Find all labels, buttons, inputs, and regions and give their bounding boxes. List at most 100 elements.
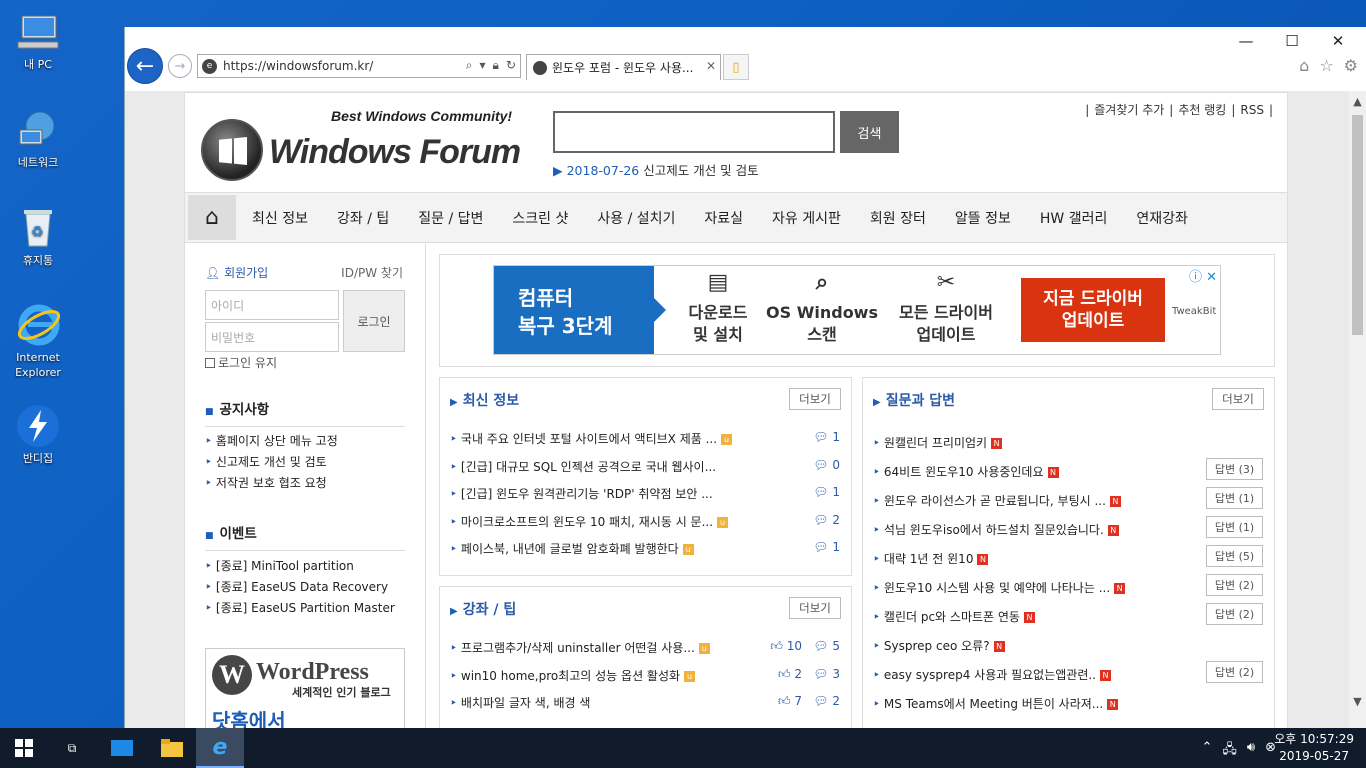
- home-button[interactable]: ⌂: [188, 195, 236, 240]
- list-item[interactable]: easy sysprep4 사용과 필요없는앱관련.. N 답변 (2): [873, 661, 1263, 695]
- list-item[interactable]: 마이크로소프트의 윈도우 10 패치, 재시동 시 문...u 💬︎ 2: [450, 513, 840, 541]
- desktop-icon-internet-explorer[interactable]: Internet Explorer: [2, 303, 74, 380]
- login-button[interactable]: 로그인: [343, 290, 405, 352]
- list-item[interactable]: 프로그램추가/삭제 uninstaller 어떤걸 사용...u 👍︎ 10 💬︎ …: [450, 639, 840, 667]
- menu-item[interactable]: 스크린 샷: [512, 208, 568, 228]
- list-item[interactable]: [긴급] 윈도우 원격관리기능 'RDP' 취약점 보안 ... 💬︎ 1: [450, 485, 840, 513]
- top-link[interactable]: RSS: [1235, 103, 1269, 117]
- list-item[interactable]: MS Teams에서 Meeting 버튼이 사라져...N: [873, 695, 1263, 724]
- clock[interactable]: 오후 10:57:29 2019-05-27: [1274, 731, 1354, 765]
- header-notice[interactable]: ▶ 2018-07-26 신고제도 개선 및 검토: [553, 160, 759, 179]
- ad-banner[interactable]: 컴퓨터 복구 3단계 ▤ 다운로드 및 설치 ⌕ OS Windows 스캔 ✂ 모든 드라…: [493, 265, 1221, 355]
- list-item[interactable]: 윈도우 라이선스가 곧 만료됩니다, 부팅시 ...N 답변 (1): [873, 487, 1263, 521]
- list-item[interactable]: 원캘린더 프리미엄키N: [873, 434, 1263, 463]
- id-input[interactable]: 아이디: [205, 290, 339, 320]
- site-search-button[interactable]: 검색: [840, 111, 899, 153]
- keep-login-checkbox[interactable]: 로그인 유지: [205, 354, 277, 371]
- list-item[interactable]: 배치파일 글자 색, 배경 색 👍︎ 7 💬︎ 2: [450, 694, 840, 722]
- taskbar-app-internet-explorer[interactable]: e: [196, 728, 244, 768]
- list-item[interactable]: 캘린더 pc와 스마트폰 연동N 답변 (2): [873, 603, 1263, 637]
- menu-item[interactable]: 알뜰 정보: [955, 208, 1011, 228]
- scroll-thumb[interactable]: [1352, 115, 1363, 335]
- start-button[interactable]: [0, 728, 48, 768]
- answer-count-button[interactable]: 답변 (2): [1206, 661, 1263, 683]
- ad-cta-button[interactable]: 지금 드라이버 업데이트: [1021, 278, 1165, 342]
- list-item[interactable]: 석님 윈도우iso에서 하드설치 질문있습니다.N 답변 (1): [873, 516, 1263, 550]
- chevron-up-icon[interactable]: ⌃: [1201, 740, 1212, 762]
- scroll-down-icon[interactable]: ▼: [1351, 695, 1364, 708]
- search-icon[interactable]: ⌕: [466, 58, 473, 73]
- settings-gear-icon[interactable]: ⚙: [1344, 56, 1358, 75]
- volume-icon[interactable]: 🔊︎: [1247, 740, 1255, 762]
- menu-item[interactable]: 사용 / 설치기: [597, 208, 675, 228]
- desktop-icon-recycle-bin[interactable]: ♻ 휴지통: [2, 206, 74, 268]
- answer-count-button[interactable]: 답변 (1): [1206, 516, 1263, 538]
- list-item[interactable]: Sysprep ceo 오류?N: [873, 637, 1263, 666]
- wordpress-banner[interactable]: W WordPress 세계적인 인기 블로그 닷홈에서: [205, 648, 405, 728]
- list-item[interactable]: 신고제도 개선 및 검토: [205, 453, 338, 474]
- top-link[interactable]: 추천 랭킹: [1173, 103, 1231, 117]
- scroll-up-icon[interactable]: ▲: [1351, 95, 1364, 108]
- list-item[interactable]: [종료] EaseUS Data Recovery: [205, 578, 395, 599]
- menu-item[interactable]: 최신 정보: [252, 208, 308, 228]
- site-search-input[interactable]: [553, 111, 835, 153]
- password-input[interactable]: 비밀번호: [205, 322, 339, 352]
- menu-item[interactable]: 회원 장터: [870, 208, 926, 228]
- answer-count-button[interactable]: 답변 (3): [1206, 458, 1263, 480]
- desktop-icon-this-pc[interactable]: 내 PC: [2, 10, 74, 72]
- browser-tab[interactable]: 윈도우 포럼 - 윈도우 사용... ✕: [526, 54, 721, 80]
- menu-item[interactable]: 연재강좌: [1136, 208, 1188, 228]
- menu-item[interactable]: HW 갤러리: [1040, 208, 1107, 228]
- forward-button[interactable]: →: [168, 54, 192, 78]
- answer-count-button[interactable]: 답변 (2): [1206, 574, 1263, 596]
- lock-icon[interactable]: 🔒︎: [493, 58, 499, 73]
- desktop-icon-network[interactable]: 네트워크: [2, 108, 74, 170]
- back-button[interactable]: ←: [127, 48, 163, 84]
- top-link[interactable]: 즐겨찾기 추가: [1089, 103, 1169, 117]
- menu-item[interactable]: 강좌 / 팁: [337, 208, 389, 228]
- maximize-button[interactable]: ☐: [1269, 27, 1315, 55]
- menu-item[interactable]: 자료실: [704, 208, 743, 228]
- address-bar[interactable]: e https://windowsforum.kr/ ⌕ ▾ 🔒︎ ↻: [197, 54, 521, 78]
- list-item[interactable]: 페이스북, 내년에 글로벌 암호화폐 발행한다u 💬︎ 1: [450, 540, 840, 568]
- list-item[interactable]: [종료] EaseUS Partition Master: [205, 599, 395, 620]
- list-item[interactable]: 국내 주요 인터넷 포털 사이트에서 액티브X 제품 ...u 💬︎ 1: [450, 430, 840, 458]
- comment-count: 💬︎ 2: [813, 694, 840, 708]
- list-item[interactable]: 대략 1년 전 윈10N 답변 (5): [873, 545, 1263, 579]
- list-item[interactable]: 저작권 보호 협조 요청: [205, 474, 338, 495]
- list-item[interactable]: 64비트 윈도우10 사용중인데요N 답변 (3): [873, 458, 1263, 492]
- more-button[interactable]: 더보기: [789, 388, 841, 410]
- task-view-button[interactable]: ⧉: [48, 728, 96, 768]
- windows-start-icon: [15, 739, 33, 757]
- list-item[interactable]: [종료] MiniTool partition: [205, 557, 395, 578]
- ad-close-icon[interactable]: ⓘ ✕: [1189, 266, 1217, 285]
- site-logo[interactable]: Best Windows Community! Windows Forum: [201, 105, 521, 185]
- answer-count-button[interactable]: 답변 (1): [1206, 487, 1263, 509]
- list-item[interactable]: 윈도우10 시스템 사용 및 예약에 나타나는 ...N 답변 (2): [873, 574, 1263, 608]
- desktop-icon-bandizip[interactable]: 반디집: [2, 404, 74, 466]
- new-tab-button[interactable]: ▯: [723, 54, 749, 80]
- dropdown-icon[interactable]: ▾: [480, 58, 486, 73]
- list-item[interactable]: 홈페이지 상단 메뉴 고정: [205, 432, 338, 453]
- find-account-link[interactable]: ID/PW 찾기: [341, 264, 403, 281]
- favorites-star-icon[interactable]: ☆: [1319, 56, 1333, 75]
- tab-close-icon[interactable]: ✕: [706, 59, 716, 73]
- taskbar-app-explorer[interactable]: [148, 728, 196, 768]
- more-button[interactable]: 더보기: [1212, 388, 1264, 410]
- join-link[interactable]: 👤︎ 회원가입: [205, 264, 268, 281]
- close-button[interactable]: ✕: [1315, 27, 1361, 55]
- list-item[interactable]: [긴급] 대규모 SQL 인젝션 공격으로 국내 웹사이... 💬︎ 0: [450, 458, 840, 486]
- answer-count-button[interactable]: 답변 (5): [1206, 545, 1263, 567]
- answer-count-button[interactable]: 답변 (2): [1206, 603, 1263, 625]
- taskbar-app-desktop[interactable]: [98, 728, 146, 768]
- comment-count: 💬︎ 0: [813, 457, 840, 472]
- list-item[interactable]: win10 home,pro최고의 성능 옵션 활성화u 👍︎ 2 💬︎ 3: [450, 667, 840, 695]
- network-icon[interactable]: 🖧︎: [1222, 740, 1237, 762]
- vertical-scrollbar[interactable]: ▲ ▼: [1349, 91, 1366, 728]
- home-icon[interactable]: ⌂: [1299, 56, 1309, 75]
- refresh-icon[interactable]: ↻: [506, 58, 516, 73]
- minimize-button[interactable]: —: [1223, 27, 1269, 55]
- menu-item[interactable]: 자유 게시판: [772, 208, 841, 228]
- menu-item[interactable]: 질문 / 답변: [418, 208, 483, 228]
- more-button[interactable]: 더보기: [789, 597, 841, 619]
